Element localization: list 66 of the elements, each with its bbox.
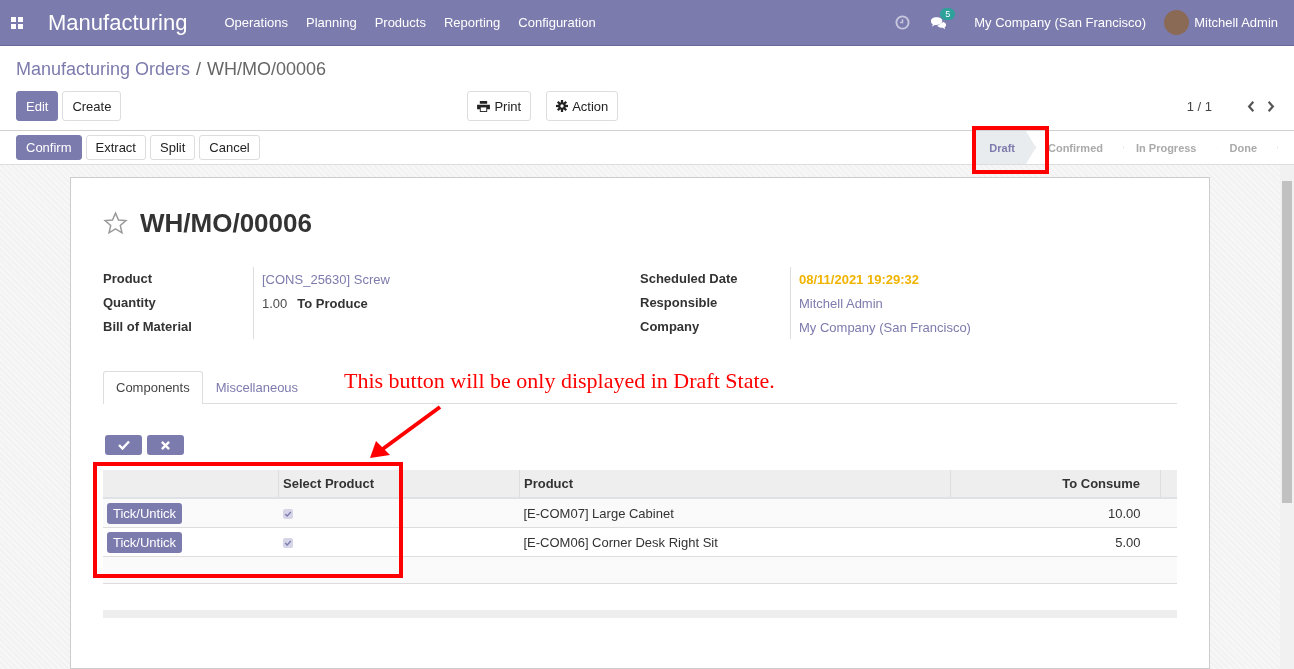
checkmark-icon bbox=[117, 440, 130, 450]
breadcrumb-link[interactable]: Manufacturing Orders bbox=[16, 59, 191, 91]
action-button[interactable]: Action bbox=[546, 91, 619, 121]
breadcrumb-separator: / bbox=[196, 59, 202, 81]
column-header[interactable]: To Consume bbox=[950, 470, 1161, 498]
notebook-tab[interactable]: Miscellaneous bbox=[202, 371, 312, 403]
menu-item[interactable]: Operations bbox=[224, 15, 288, 30]
message-count-badge: 5 bbox=[940, 7, 956, 20]
annotation-arrow bbox=[370, 405, 442, 458]
close-icon bbox=[161, 440, 170, 450]
menu-item[interactable]: Products bbox=[374, 15, 426, 30]
field-label: Company bbox=[640, 315, 791, 339]
unit-label: To Produce bbox=[297, 295, 368, 311]
next-icon[interactable] bbox=[1266, 99, 1276, 113]
field-value: 1.00 bbox=[262, 295, 288, 311]
column-header[interactable]: Select Product bbox=[278, 470, 520, 498]
field-link[interactable]: My Company (San Francisco) bbox=[799, 319, 971, 335]
field-label: Bill of Material bbox=[103, 315, 254, 339]
print-button[interactable]: Print bbox=[467, 91, 532, 121]
header-button[interactable]: Extract bbox=[85, 135, 146, 160]
table-cell: [E-COM07] Large Cabinet bbox=[523, 505, 674, 521]
tick-untick-button[interactable]: Tick/Untick bbox=[107, 502, 183, 524]
field-link[interactable]: Mitchell Admin bbox=[799, 295, 883, 311]
scrollbar[interactable] bbox=[1280, 165, 1294, 669]
field-label: Responsible bbox=[640, 291, 791, 315]
user-menu[interactable]: Mitchell Admin bbox=[1194, 15, 1278, 30]
table-cell: 10.00 bbox=[1107, 505, 1141, 521]
field-link[interactable]: [CONS_25630] Screw bbox=[262, 271, 390, 287]
menu-item[interactable]: Planning bbox=[306, 15, 357, 30]
record-title: WH/MO/00006 bbox=[140, 208, 312, 239]
menu-item[interactable]: Configuration bbox=[518, 15, 596, 30]
field-value: 08/11/2021 19:29:32 bbox=[799, 271, 919, 287]
status-stage[interactable]: Confirmed bbox=[1035, 131, 1124, 164]
select-checkbox[interactable] bbox=[282, 537, 293, 548]
status-stage[interactable]: In Progress bbox=[1123, 131, 1218, 164]
pager-value: 1 / 1 bbox=[1186, 98, 1212, 114]
annotation-text: This button will be only displayed in Draft State. bbox=[344, 368, 775, 394]
status-stage[interactable]: Draft bbox=[974, 131, 1036, 164]
app-name[interactable]: Manufacturing bbox=[48, 9, 188, 36]
create-button[interactable]: Create bbox=[62, 91, 122, 121]
select-checkbox[interactable] bbox=[282, 508, 293, 519]
tick-all-button[interactable] bbox=[105, 435, 142, 455]
field-label: Product bbox=[103, 267, 254, 291]
header-button[interactable]: Split bbox=[150, 135, 196, 160]
previous-icon[interactable] bbox=[1246, 99, 1256, 113]
chat-bubbles-icon[interactable] bbox=[930, 15, 948, 30]
tick-untick-button[interactable]: Tick/Untick bbox=[107, 531, 183, 553]
field-label: Scheduled Date bbox=[640, 267, 791, 291]
status-stage[interactable]: Done bbox=[1217, 131, 1278, 164]
notebook-tab[interactable]: Components bbox=[103, 371, 203, 404]
field-label: Quantity bbox=[103, 291, 254, 315]
breadcrumb-current: WH/MO/00006 bbox=[207, 59, 327, 81]
clock-icon[interactable] bbox=[895, 15, 911, 30]
company-switcher[interactable]: My Company (San Francisco) bbox=[974, 15, 1147, 30]
edit-button[interactable]: Edit bbox=[16, 91, 59, 121]
header-button[interactable]: Cancel bbox=[199, 135, 260, 160]
header-button[interactable]: Confirm bbox=[16, 135, 82, 160]
untick-all-button[interactable] bbox=[147, 435, 184, 455]
star-icon[interactable] bbox=[103, 211, 128, 236]
menu-item[interactable]: Reporting bbox=[443, 15, 501, 30]
table-cell: [E-COM06] Corner Desk Right Sit bbox=[523, 534, 718, 550]
table-cell: 5.00 bbox=[1115, 534, 1141, 550]
column-header[interactable]: Product bbox=[519, 470, 951, 498]
apps-grid-icon[interactable] bbox=[11, 16, 23, 29]
gear-icon bbox=[556, 100, 569, 112]
printer-icon bbox=[477, 100, 491, 112]
